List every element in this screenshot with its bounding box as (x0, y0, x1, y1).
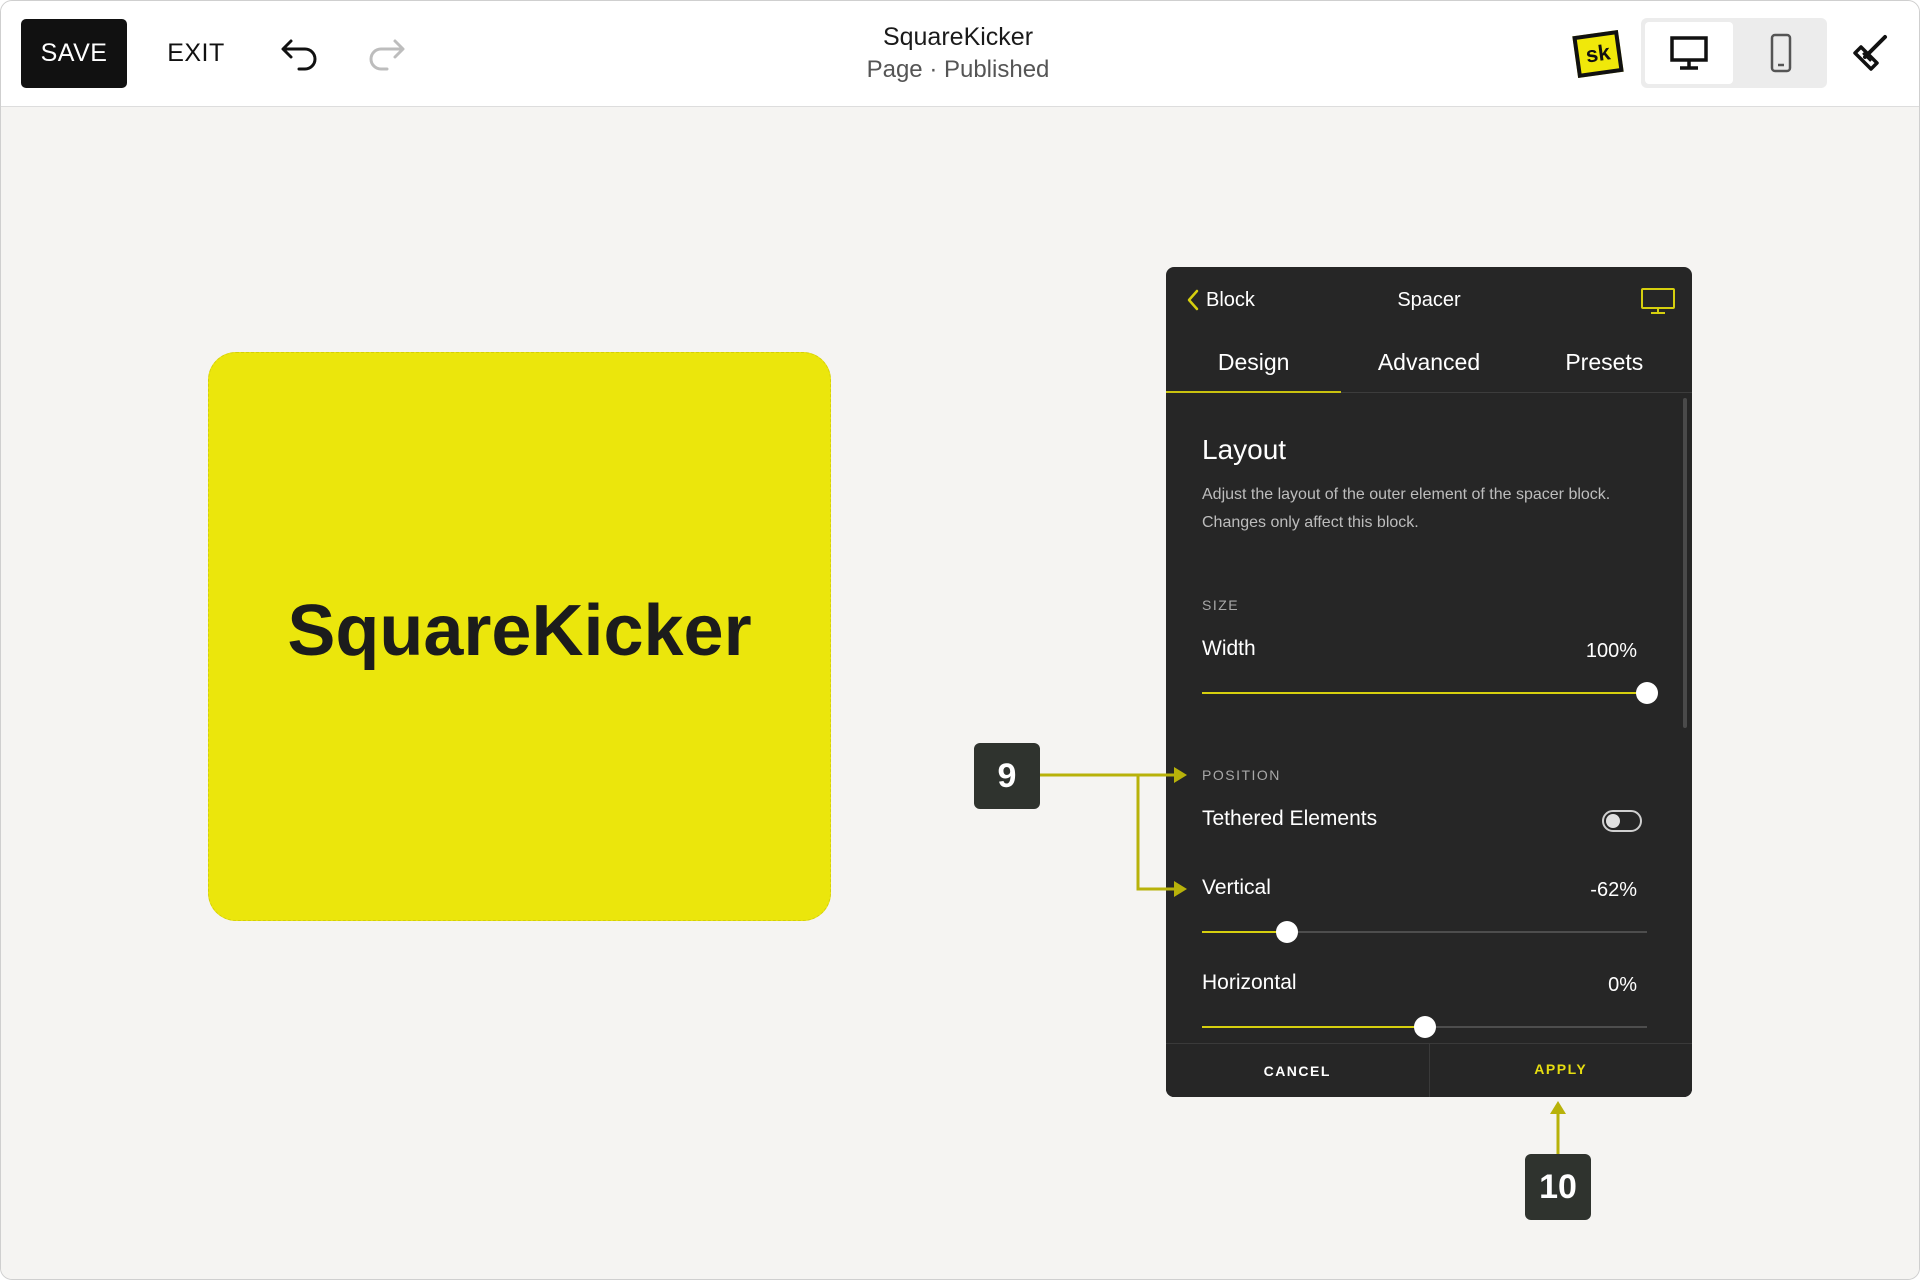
vertical-label: Vertical (1202, 876, 1271, 899)
undo-button[interactable] (277, 31, 323, 77)
app-window: SAVE EXIT SquareKicker Page · Published … (0, 0, 1920, 1280)
callout-badge-10: 10 (1525, 1154, 1591, 1220)
paintbrush-icon (1853, 35, 1887, 71)
vertical-slider[interactable] (1202, 921, 1647, 943)
tethered-elements-toggle[interactable] (1602, 810, 1642, 832)
save-button[interactable]: SAVE (21, 19, 127, 88)
undo-icon (281, 39, 317, 71)
design-brush-button[interactable] (1847, 31, 1893, 77)
width-slider-thumb[interactable] (1636, 682, 1658, 704)
vertical-value: -62% (1590, 879, 1637, 901)
cancel-button[interactable]: CANCEL (1166, 1044, 1430, 1097)
device-toggle (1641, 18, 1827, 88)
tethered-elements-label: Tethered Elements (1202, 807, 1378, 830)
mobile-view-button[interactable] (1739, 22, 1823, 84)
logo-text: sk (1584, 39, 1612, 68)
spacer-block[interactable]: SquareKicker (208, 352, 831, 921)
toggle-knob (1606, 814, 1620, 828)
apply-button[interactable]: APPLY (1430, 1040, 1693, 1097)
horizontal-slider[interactable] (1202, 1016, 1647, 1038)
redo-button[interactable] (363, 31, 409, 77)
desktop-view-button[interactable] (1645, 22, 1733, 84)
desktop-icon (1670, 36, 1708, 70)
callout-badge-9: 9 (974, 743, 1040, 809)
squarekicker-logo-button[interactable]: sk (1572, 30, 1624, 78)
page-title-block: SquareKicker Page · Published (761, 23, 1155, 84)
vertical-slider-fill (1202, 931, 1287, 933)
top-toolbar: SAVE EXIT SquareKicker Page · Published … (1, 1, 1919, 107)
back-to-block-link[interactable]: Block (1186, 285, 1255, 315)
width-value: 100% (1585, 640, 1637, 662)
chevron-left-icon (1187, 289, 1199, 311)
panel-scrollbar[interactable] (1683, 398, 1687, 728)
mobile-icon (1770, 33, 1792, 73)
position-group-label: POSITION (1202, 767, 1281, 783)
tab-presets[interactable]: Presets (1517, 337, 1692, 392)
width-slider-fill (1202, 692, 1647, 694)
site-title: SquareKicker (882, 23, 1034, 51)
tab-advanced[interactable]: Advanced (1341, 337, 1516, 392)
width-slider[interactable] (1202, 682, 1658, 704)
back-label: Block (1206, 288, 1255, 311)
horizontal-slider-fill (1202, 1026, 1425, 1028)
redo-icon (369, 39, 405, 71)
tab-design[interactable]: Design (1166, 337, 1342, 393)
layout-description: Adjust the layout of the outer element o… (1202, 486, 1611, 531)
layout-heading: Layout (1202, 434, 1287, 465)
panel-title: Spacer (1397, 289, 1461, 311)
horizontal-slider-thumb[interactable] (1413, 1016, 1436, 1038)
desktop-icon (1641, 288, 1675, 314)
horizontal-value: 0% (1608, 974, 1637, 996)
width-label: Width (1202, 637, 1256, 660)
page-status: Page · Published (866, 56, 1050, 83)
panel-tabs: Design Advanced Presets (1166, 337, 1692, 393)
spacer-block-text: SquareKicker (287, 590, 752, 671)
exit-button[interactable]: EXIT (161, 19, 231, 88)
spacer-settings-panel: Block Spacer Design Advanced Presets Lay… (1166, 267, 1692, 1097)
panel-footer: CANCEL APPLY (1166, 1043, 1692, 1097)
horizontal-label: Horizontal (1202, 971, 1297, 994)
size-group-label: SIZE (1202, 597, 1240, 613)
panel-header: Block Spacer (1166, 267, 1692, 327)
panel-device-button[interactable] (1640, 287, 1676, 315)
vertical-slider-thumb[interactable] (1275, 921, 1298, 943)
